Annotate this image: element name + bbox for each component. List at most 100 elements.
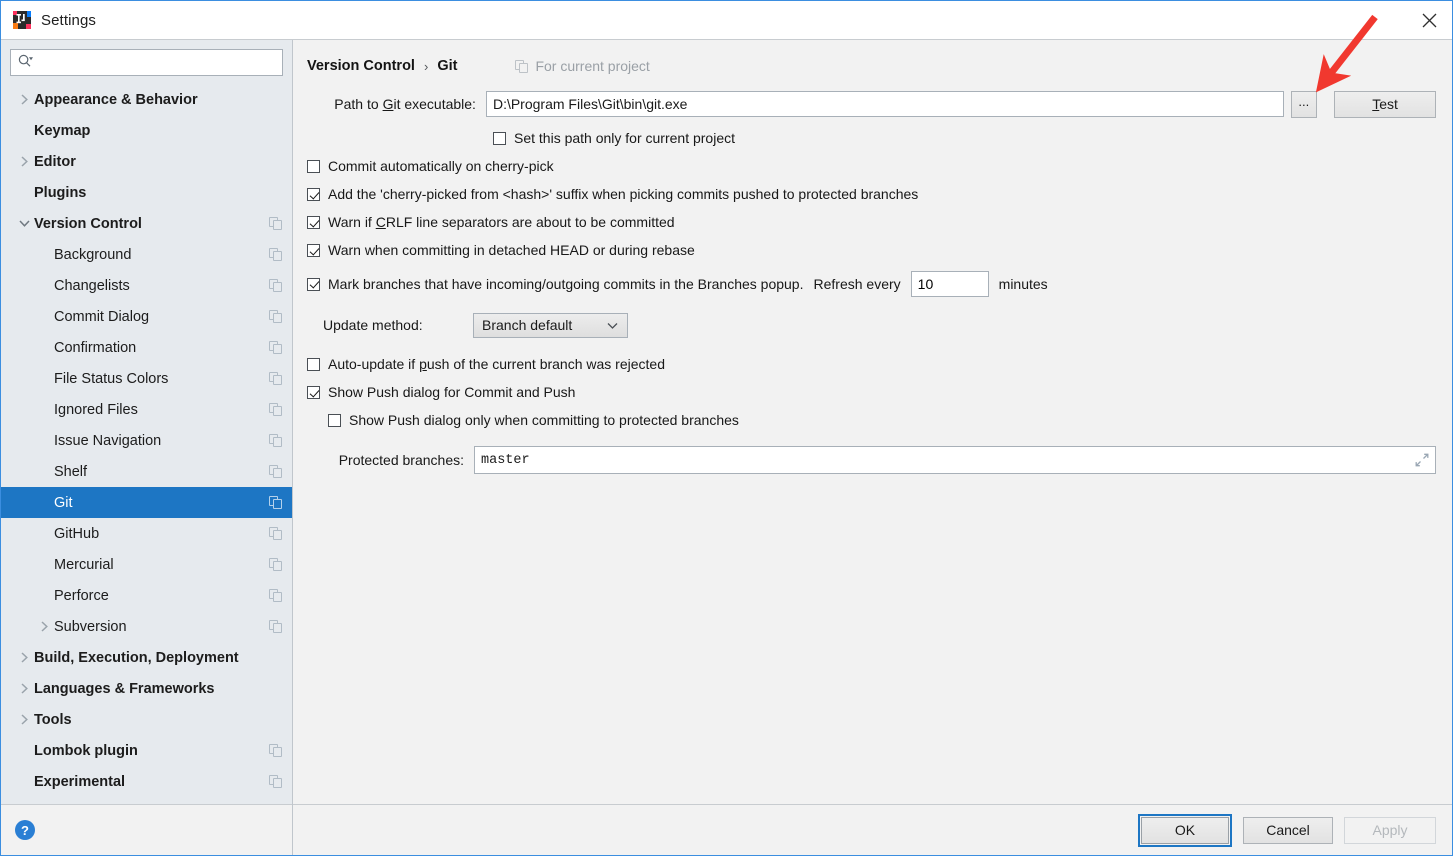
show-push-protected-checkbox[interactable]: [328, 414, 341, 427]
search-input[interactable]: [34, 55, 282, 70]
sidebar-item-version-control[interactable]: Version Control: [1, 208, 292, 239]
sidebar-item-label: Background: [54, 246, 132, 263]
browse-button[interactable]: ...: [1290, 90, 1318, 118]
update-method-row: Update method: Branch default: [307, 311, 1436, 339]
sidebar-item-label: Keymap: [34, 122, 91, 139]
sidebar-item-label: Confirmation: [54, 339, 137, 356]
breadcrumb-parent[interactable]: Version Control: [307, 58, 415, 74]
checkbox-row-set-path-current-project[interactable]: Set this path only for current project: [493, 129, 1436, 148]
project-scope-icon: [269, 527, 282, 540]
search-container: [1, 40, 292, 82]
chevron-down-icon[interactable]: [14, 219, 34, 228]
chevron-right-icon[interactable]: [14, 93, 34, 106]
sidebar-item-git[interactable]: Git: [1, 487, 292, 518]
chevron-right-icon[interactable]: [14, 651, 34, 664]
checkbox-row-add-cherry-picked-suffix[interactable]: Add the 'cherry-picked from <hash>' suff…: [307, 185, 1436, 204]
title-bar: Settings: [1, 1, 1452, 39]
sidebar-item-label: Editor: [34, 153, 76, 170]
project-scope-icon: [269, 341, 282, 354]
protected-branches-input[interactable]: [474, 446, 1436, 474]
intellij-idea-icon: [13, 11, 31, 29]
apply-button: Apply: [1344, 816, 1436, 844]
sidebar-footer: ?: [1, 804, 292, 855]
sidebar-item-languages-frameworks[interactable]: Languages & Frameworks: [1, 673, 292, 704]
help-icon[interactable]: ?: [15, 820, 35, 840]
checkbox-row-warn-crlf[interactable]: Warn if CRLF line separators are about t…: [307, 213, 1436, 232]
chevron-right-icon[interactable]: [34, 620, 54, 633]
sidebar-item-lombok-plugin[interactable]: Lombok plugin: [1, 735, 292, 766]
sidebar-item-ignored-files[interactable]: Ignored Files: [1, 394, 292, 425]
sidebar-item-label: Perforce: [54, 587, 109, 604]
sidebar-item-label: Appearance & Behavior: [34, 91, 198, 108]
mark-branches-checkbox[interactable]: [307, 277, 320, 291]
refresh-every-label: Refresh every: [813, 275, 901, 292]
sidebar-item-label: Git: [54, 494, 73, 511]
project-scope-icon: [269, 465, 282, 478]
checkbox-row-warn-detached-head[interactable]: Warn when committing in detached HEAD or…: [307, 241, 1436, 260]
sidebar-item-appearance-behavior[interactable]: Appearance & Behavior: [1, 84, 292, 115]
close-icon[interactable]: [1406, 1, 1452, 39]
warn-crlf-checkbox[interactable]: [307, 216, 320, 229]
dialog-button-bar: OK Cancel Apply: [293, 804, 1452, 855]
chevron-right-icon[interactable]: [14, 155, 34, 168]
checkbox-row-commit-auto-cherry-pick[interactable]: Commit automatically on cherry-pick: [307, 157, 1436, 176]
sidebar-item-changelists[interactable]: Changelists: [1, 270, 292, 301]
test-button[interactable]: Test: [1334, 90, 1436, 118]
auto-update-push-checkbox[interactable]: [307, 358, 320, 371]
mark-branches-label: Mark branches that have incoming/outgoin…: [328, 275, 804, 292]
sidebar-item-plugins[interactable]: Plugins: [1, 177, 292, 208]
update-method-value: Branch default: [482, 317, 573, 333]
sidebar-item-perforce[interactable]: Perforce: [1, 580, 292, 611]
set-path-current-project-checkbox[interactable]: [493, 132, 506, 145]
sidebar-item-github[interactable]: GitHub: [1, 518, 292, 549]
sidebar-item-tools[interactable]: Tools: [1, 704, 292, 735]
warn-detached-head-checkbox[interactable]: [307, 244, 320, 257]
commit-auto-cherry-pick-checkbox[interactable]: [307, 160, 320, 173]
show-push-dialog-checkbox[interactable]: [307, 386, 320, 399]
chevron-right-icon[interactable]: [14, 682, 34, 695]
settings-tree[interactable]: Appearance & Behavior Keymap Editor Plugins…: [1, 82, 292, 804]
sidebar-item-commit-dialog[interactable]: Commit Dialog: [1, 301, 292, 332]
sidebar-item-confirmation[interactable]: Confirmation: [1, 332, 292, 363]
project-scope-icon: [269, 589, 282, 602]
dialog-body: Appearance & Behavior Keymap Editor Plugins…: [1, 39, 1452, 855]
project-scope-icon: [269, 620, 282, 633]
cancel-button[interactable]: Cancel: [1243, 816, 1333, 844]
project-scope-icon: [269, 775, 282, 788]
sidebar-item-keymap[interactable]: Keymap: [1, 115, 292, 146]
sidebar-item-shelf[interactable]: Shelf: [1, 456, 292, 487]
sidebar-item-label: Tools: [34, 711, 72, 728]
warn-crlf-label: Warn if CRLF line separators are about t…: [328, 214, 675, 230]
set-path-current-project-label: Set this path only for current project: [514, 130, 735, 146]
project-scope-icon: [269, 248, 282, 261]
ok-button[interactable]: OK: [1138, 813, 1232, 847]
checkbox-row-show-push-dialog[interactable]: Show Push dialog for Commit and Push: [307, 383, 1436, 402]
git-path-input[interactable]: [485, 91, 1284, 117]
sidebar-item-build-execution-deployment[interactable]: Build, Execution, Deployment: [1, 642, 292, 673]
sidebar-item-file-status-colors[interactable]: File Status Colors: [1, 363, 292, 394]
sidebar-item-label: Build, Execution, Deployment: [34, 649, 239, 666]
chevron-down-icon: [606, 317, 619, 333]
sidebar-item-editor[interactable]: Editor: [1, 146, 292, 177]
breadcrumb-current: Git: [437, 58, 458, 74]
git-path-row: Path to Git executable: ... Test: [307, 90, 1436, 118]
chevron-right-icon[interactable]: [14, 713, 34, 726]
sidebar-item-label: Plugins: [34, 184, 87, 201]
checkbox-row-show-push-protected[interactable]: Show Push dialog only when committing to…: [328, 411, 1436, 430]
sidebar-item-mercurial[interactable]: Mercurial: [1, 549, 292, 580]
search-box[interactable]: [10, 49, 283, 76]
checkbox-row-auto-update-push[interactable]: Auto-update if push of the current branc…: [307, 355, 1436, 374]
project-scope-icon: [269, 558, 282, 571]
sidebar-item-label: Languages & Frameworks: [34, 680, 215, 697]
project-scope-icon: [515, 59, 529, 73]
refresh-interval-input[interactable]: [910, 271, 989, 297]
add-cherry-picked-suffix-checkbox[interactable]: [307, 188, 320, 201]
sidebar-item-subversion[interactable]: Subversion: [1, 611, 292, 642]
sidebar-item-background[interactable]: Background: [1, 239, 292, 270]
sidebar-item-experimental[interactable]: Experimental: [1, 766, 292, 797]
sidebar-item-label: Commit Dialog: [54, 308, 150, 325]
checkbox-row-mark-branches[interactable]: Mark branches that have incoming/outgoin…: [307, 271, 1436, 297]
update-method-select[interactable]: Branch default: [473, 312, 628, 338]
sidebar-item-issue-navigation[interactable]: Issue Navigation: [1, 425, 292, 456]
expand-icon[interactable]: [1414, 452, 1430, 468]
